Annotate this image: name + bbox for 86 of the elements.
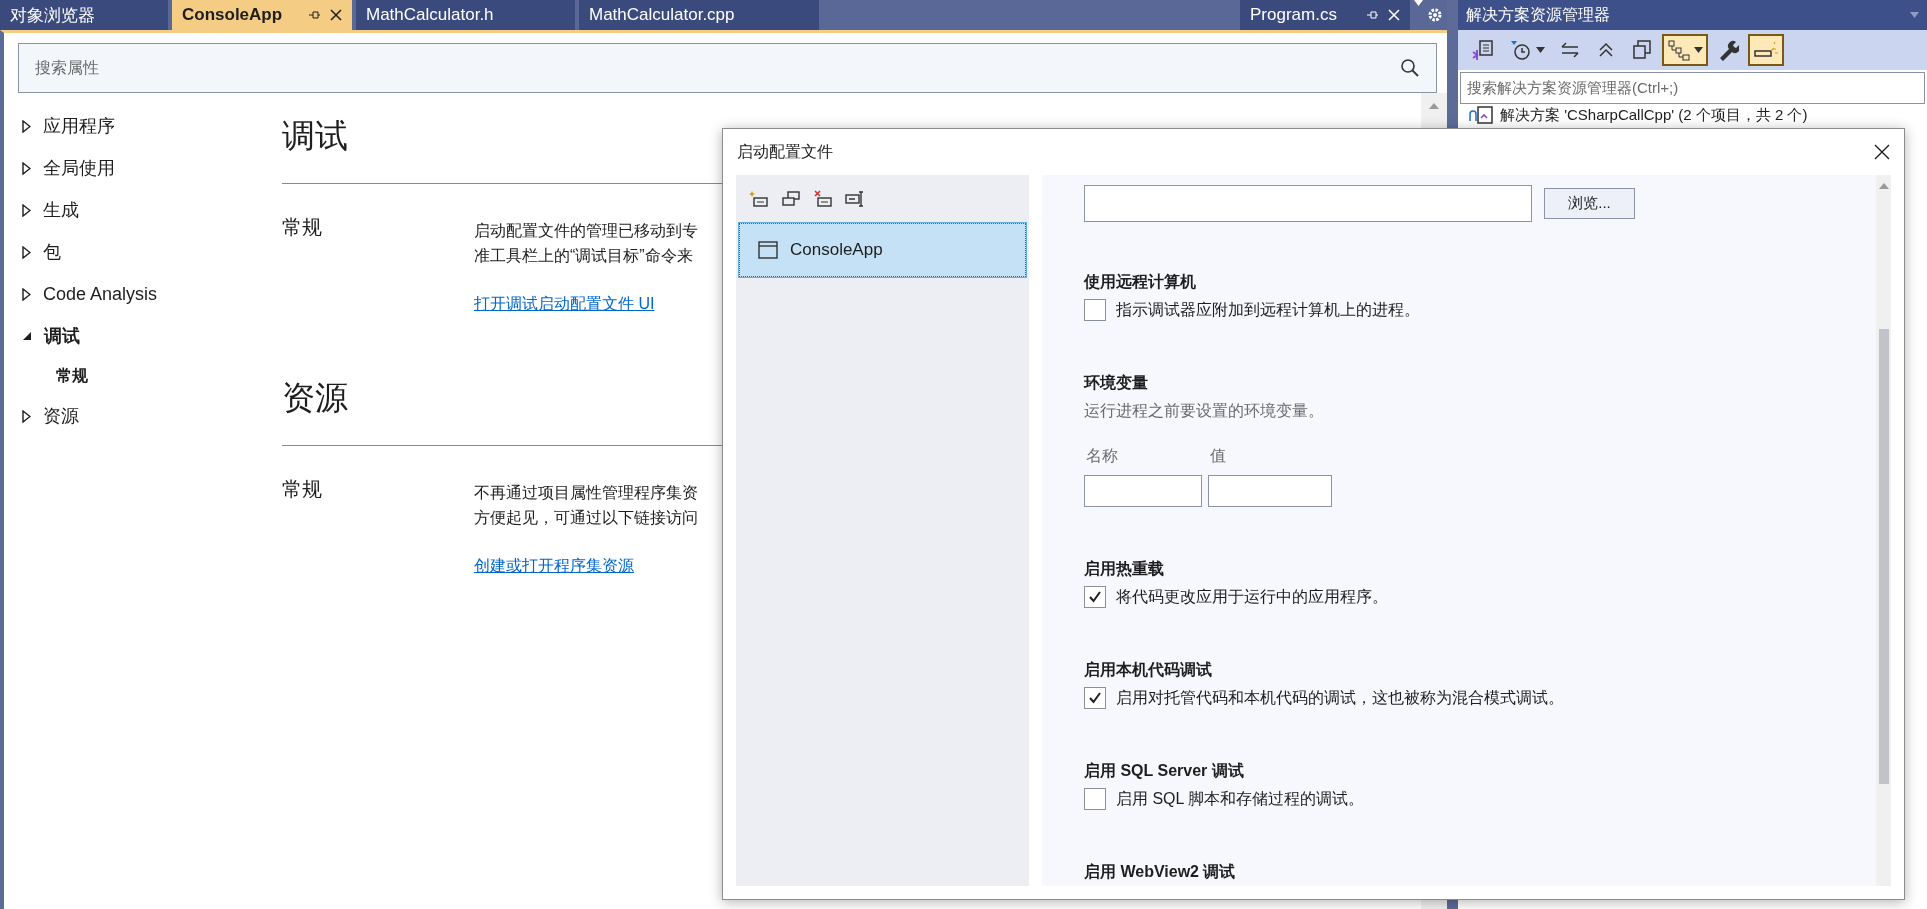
checkbox-label: 启用对托管代码和本机代码的调试，这也被称为混合模式调试。: [1116, 687, 1564, 708]
search-field[interactable]: 搜索解决方案资源管理器(Ctrl+;): [1460, 72, 1925, 104]
tree-item[interactable]: 解决方案 'CSharpCallCpp' (2 个项目，共 2 个): [1500, 105, 1808, 125]
checkbox-label: 启用 SQL 脚本和存储过程的调试。: [1116, 788, 1365, 809]
copy-profile-icon[interactable]: [781, 190, 801, 208]
expanded-arrow-icon[interactable]: [22, 331, 32, 341]
search-placeholder: 搜索属性: [35, 57, 100, 78]
collapsed-arrow-icon[interactable]: [22, 161, 31, 175]
column-label: 名称: [1085, 446, 1119, 466]
nav-item[interactable]: 包: [22, 231, 282, 273]
checkbox-label: 将代码更改应用于运行中的应用程序。: [1116, 586, 1388, 607]
scrollbar-thumb[interactable]: [1878, 329, 1889, 784]
collapsed-arrow-icon[interactable]: [22, 119, 31, 133]
link[interactable]: 创建或打开程序集资源: [474, 556, 634, 577]
document-tab[interactable]: Program.cs: [1240, 0, 1410, 30]
collapsed-arrow-icon[interactable]: [22, 287, 31, 301]
pin-icon[interactable]: [1366, 9, 1378, 21]
option-description: 运行进程之前要设置的环境变量。: [1084, 401, 1325, 421]
nav-label: 应用程序: [43, 115, 115, 138]
search-icon[interactable]: [1400, 58, 1420, 78]
input-field[interactable]: [1084, 475, 1202, 507]
description-line: 准工具栏上的“调试目标”命令来: [474, 246, 693, 266]
rename-profile-icon[interactable]: [845, 190, 865, 208]
profile-label: ConsoleApp: [790, 240, 883, 260]
option-heading: 使用远程计算机: [1084, 272, 1197, 292]
group-label: 常规: [282, 477, 323, 502]
nav-item[interactable]: 资源: [22, 395, 282, 437]
description-line: 启动配置文件的管理已移动到专: [474, 221, 698, 241]
collapsed-arrow-icon[interactable]: [22, 203, 31, 217]
nav-item[interactable]: 全局使用: [22, 147, 282, 189]
description-line: 不再通过项目属性管理程序集资: [474, 483, 698, 503]
caret-icon[interactable]: [1694, 47, 1703, 53]
nav-label: 生成: [43, 199, 79, 222]
nav-item[interactable]: 调试: [22, 315, 282, 357]
option-heading: 启用热重载: [1084, 559, 1165, 579]
browse-button[interactable]: 浏览...: [1544, 188, 1635, 219]
nav-label: 调试: [44, 325, 80, 348]
profile-item[interactable]: ConsoleApp: [739, 223, 1026, 277]
new-profile-icon[interactable]: [749, 190, 769, 208]
delete-profile-icon[interactable]: [813, 190, 833, 208]
window-icon: [758, 241, 778, 259]
nav-subitem[interactable]: 常规: [22, 357, 282, 395]
nav-label: 全局使用: [43, 157, 115, 180]
nav-label: 包: [43, 241, 61, 264]
hierarchy-icon[interactable]: [1667, 38, 1691, 62]
nav-label: Code Analysis: [43, 283, 158, 305]
checkbox[interactable]: [1084, 788, 1106, 810]
option-heading: 启用 SQL Server 调试: [1084, 761, 1245, 781]
checkbox[interactable]: [1084, 299, 1106, 321]
option-heading: 环境变量: [1084, 373, 1149, 393]
link[interactable]: 打开调试启动配置文件 UI: [474, 294, 655, 315]
document-tab[interactable]: ConsoleApp: [172, 0, 352, 30]
option-heading: 启用本机代码调试: [1084, 660, 1213, 680]
panel-title: 解决方案资源管理器: [1466, 4, 1611, 25]
check-icon: [1088, 691, 1102, 705]
check-icon: [1088, 590, 1102, 604]
nav-item[interactable]: 应用程序: [22, 105, 282, 147]
pin-icon[interactable]: [308, 9, 320, 21]
section-title: 调试: [282, 115, 348, 156]
input-field[interactable]: [1208, 475, 1332, 507]
document-tab[interactable]: 对象浏览器: [0, 0, 168, 30]
nav-item[interactable]: Code Analysis: [22, 273, 282, 315]
option-heading: 启用 WebView2 调试: [1084, 862, 1237, 882]
collapsed-arrow-icon[interactable]: [22, 245, 31, 259]
group-label: 常规: [282, 215, 323, 240]
nav-item[interactable]: 生成: [22, 189, 282, 231]
toolbar-button[interactable]: [1662, 34, 1708, 66]
column-label: 值: [1209, 446, 1227, 466]
description-line: 方便起见，可通过以下链接访问: [474, 508, 698, 528]
collapsed-arrow-icon[interactable]: [22, 409, 31, 423]
checkbox[interactable]: [1084, 586, 1106, 608]
close-icon[interactable]: [330, 9, 342, 21]
caret-icon[interactable]: [1536, 47, 1545, 53]
document-tab[interactable]: MathCalculator.cpp: [579, 0, 819, 30]
settings-icon[interactable]: [1427, 7, 1443, 23]
clock-icon[interactable]: [1509, 38, 1533, 62]
checkbox[interactable]: [1084, 687, 1106, 709]
document-tab[interactable]: MathCalculator.h: [356, 0, 575, 30]
search-field[interactable]: 搜索属性: [18, 43, 1437, 93]
caret-icon[interactable]: [1414, 0, 1423, 6]
close-icon[interactable]: [1874, 144, 1890, 160]
input-field[interactable]: [1084, 185, 1532, 222]
checkbox-label: 指示调试器应附加到远程计算机上的进程。: [1116, 299, 1420, 320]
dialog-title: 启动配置文件: [737, 141, 834, 162]
section-title: 资源: [282, 377, 348, 418]
nav-label: 资源: [43, 405, 79, 428]
